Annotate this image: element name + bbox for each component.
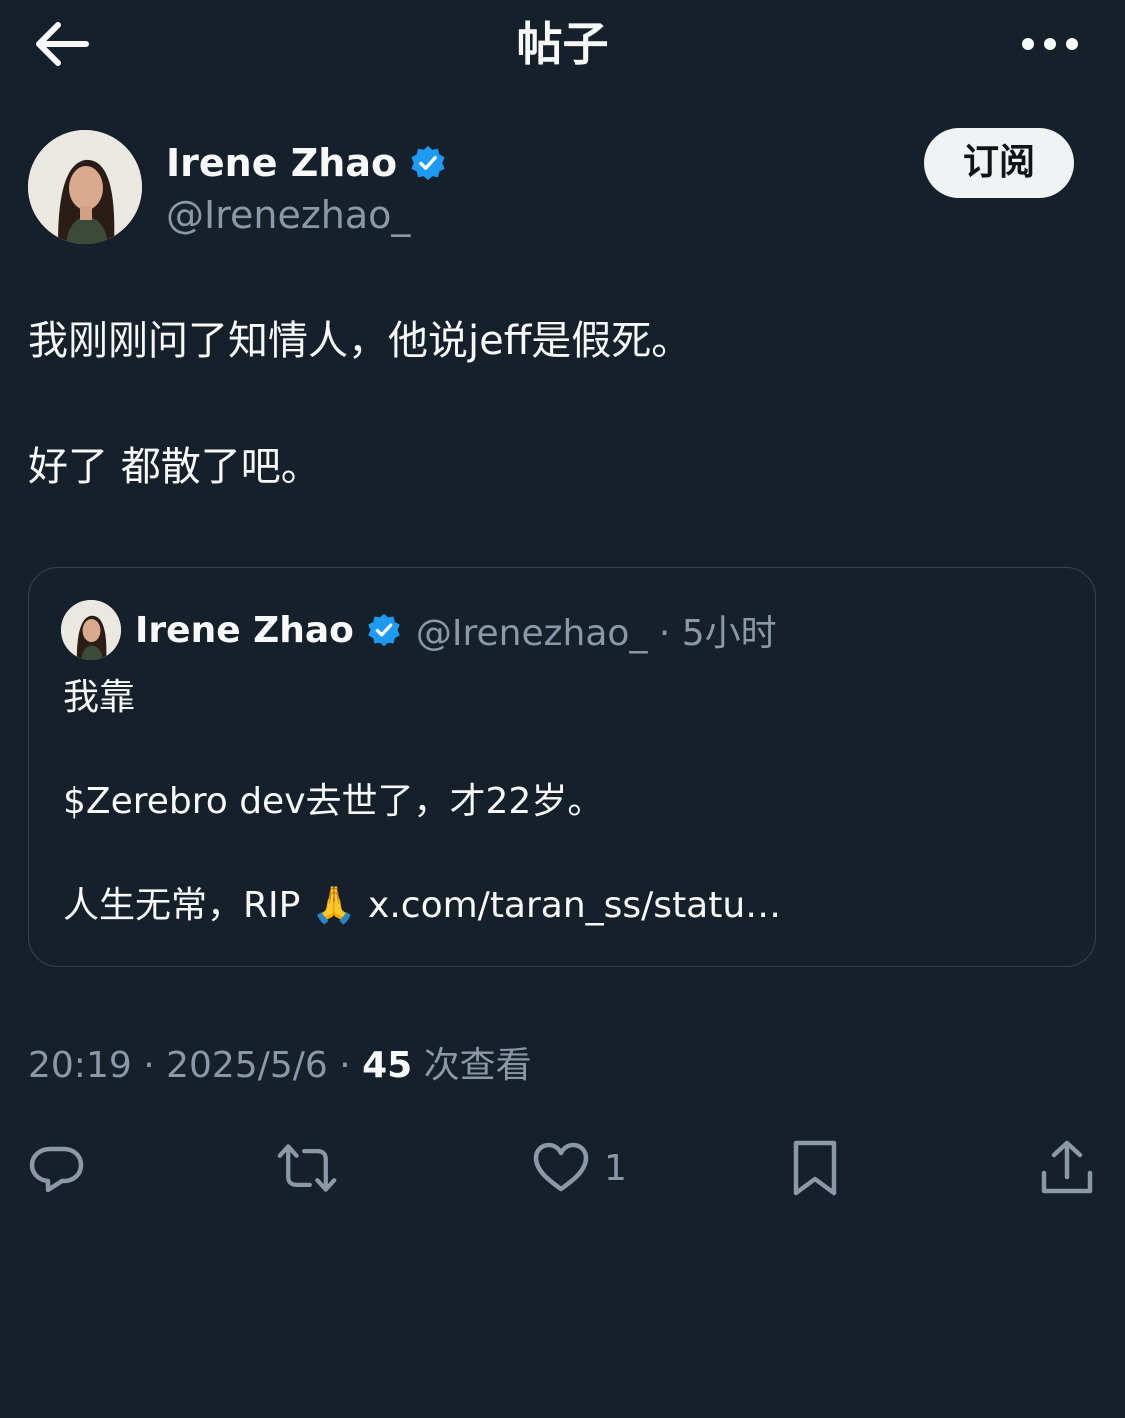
views-count[interactable]: 45 xyxy=(362,1045,412,1086)
share-icon xyxy=(1041,1140,1093,1194)
verified-badge-icon xyxy=(368,613,400,647)
verified-badge-icon xyxy=(411,145,445,181)
action-bar: 1 xyxy=(0,1130,1125,1206)
bookmark-icon xyxy=(793,1140,837,1196)
reply-button[interactable] xyxy=(26,1130,88,1206)
author-handle[interactable]: @Irenezhao_ xyxy=(166,192,410,238)
quoted-author-avatar xyxy=(61,600,121,660)
share-button[interactable] xyxy=(1036,1130,1098,1206)
quoted-text-line: $Zerebro dev去世了，才22岁。 xyxy=(63,781,604,822)
post-meta: 20:19 · 2025/5/6 · 45 次查看 xyxy=(28,1040,532,1092)
quoted-post-card[interactable]: Irene Zhao @Irenezhao_ · 5小时 我靠 $Zerebro… xyxy=(28,567,1096,967)
more-horizontal-icon xyxy=(1022,38,1078,50)
like-count: 1 xyxy=(604,1147,627,1189)
quoted-post-text: 我靠 $Zerebro dev去世了，才22岁。 人生无常，RIP 🙏 x.co… xyxy=(63,672,1063,932)
page-title: 帖子 xyxy=(516,17,609,71)
timestamp: 20:19 · 2025/5/6 · xyxy=(28,1045,363,1086)
author-row: Irene Zhao @Irenezhao_ 订阅 xyxy=(28,128,1098,246)
repost-icon xyxy=(277,1144,337,1192)
quoted-author-name: Irene Zhao xyxy=(135,609,354,651)
repost-button[interactable] xyxy=(276,1130,338,1206)
author-name-row[interactable]: Irene Zhao xyxy=(166,140,447,186)
more-options-button[interactable] xyxy=(1015,14,1085,74)
bookmark-button[interactable] xyxy=(784,1130,846,1206)
like-button[interactable]: 1 xyxy=(530,1130,627,1206)
quoted-author-handle-time: @Irenezhao_ · 5小时 xyxy=(415,613,777,654)
author-avatar[interactable] xyxy=(28,130,142,244)
quoted-text-line: 我靠 xyxy=(63,677,136,718)
post-text-line: 我刚刚问了知情人，他说jeff是假死。 xyxy=(28,318,692,364)
heart-icon xyxy=(533,1142,589,1192)
post-text-line: 好了 都散了吧。 xyxy=(28,444,321,490)
quoted-text-line: 人生无常，RIP 🙏 x.com/taran_ss/statu… xyxy=(63,885,782,926)
post-text: 我刚刚问了知情人，他说jeff是假死。 好了 都散了吧。 xyxy=(28,312,1088,496)
post-detail-screen: 帖子 Irene Zhao @Irenezhao_ 订阅 我刚刚问了知情人，他说… xyxy=(0,0,1125,1418)
author-name: Irene Zhao xyxy=(166,141,398,185)
subscribe-button[interactable]: 订阅 xyxy=(924,128,1074,198)
views-label: 次查看 xyxy=(412,1045,532,1086)
reply-icon xyxy=(29,1146,84,1193)
quoted-post-header: Irene Zhao @Irenezhao_ · 5小时 xyxy=(61,600,777,660)
top-bar: 帖子 xyxy=(0,0,1125,88)
